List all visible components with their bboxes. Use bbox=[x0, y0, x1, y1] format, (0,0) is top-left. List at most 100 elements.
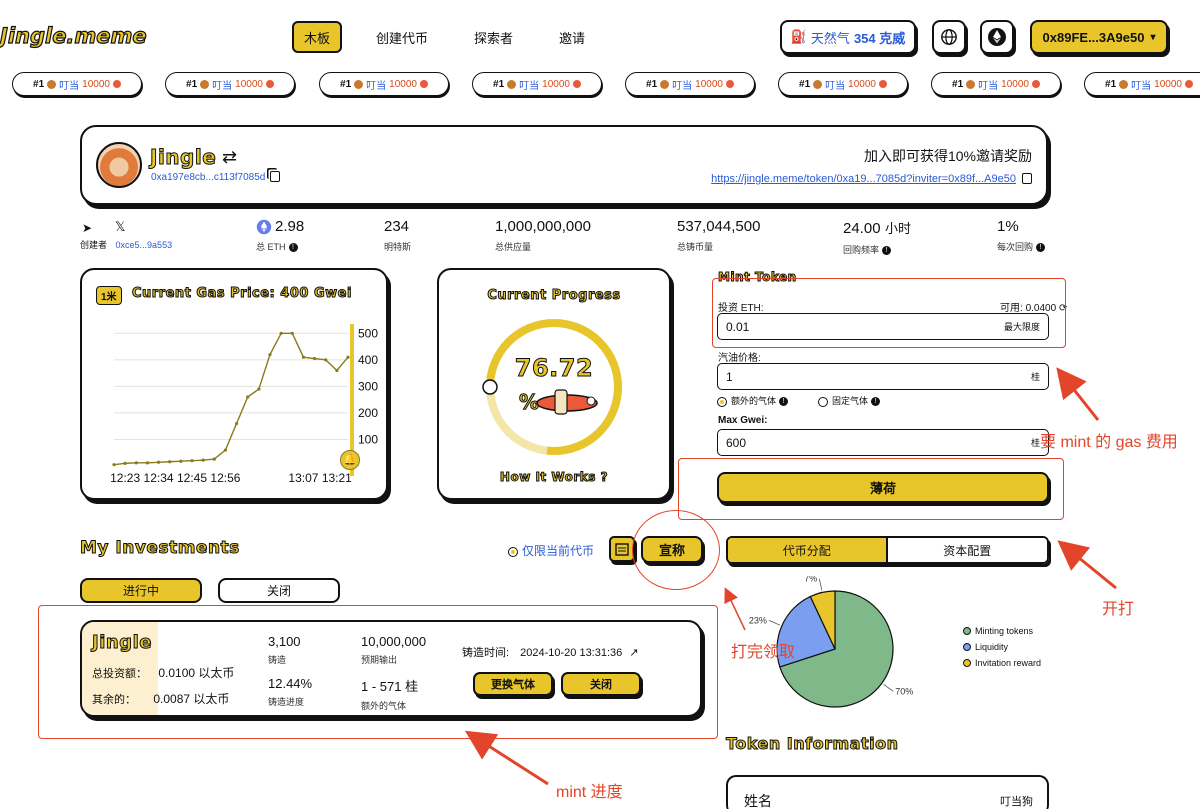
ticker-chip[interactable]: #1 叮当 10000 bbox=[1084, 72, 1200, 96]
swap-icon[interactable]: ⇄ bbox=[222, 147, 237, 168]
max-gwei-input[interactable]: 600 桂 bbox=[717, 429, 1049, 456]
globe-icon bbox=[941, 29, 957, 45]
gas-data-point bbox=[134, 461, 138, 465]
gas-indicator[interactable]: ⛽ 天然气 354 克威 bbox=[780, 20, 916, 54]
max-gwei-label: Max Gwei: bbox=[718, 415, 768, 426]
gas-chart-card: 1米 Current Gas Price: 400 Gwei 100 200 300… bbox=[80, 268, 388, 500]
telegram-icon[interactable]: ➤ bbox=[82, 221, 92, 235]
annotation-box-mint-button bbox=[678, 458, 1064, 520]
token-info-name-value: 叮当狗 bbox=[1000, 796, 1033, 808]
ticker-chip[interactable]: #1 叮当 10000 bbox=[778, 72, 908, 96]
gas-pump-icon: ⛽ bbox=[790, 29, 807, 44]
ticker-token-name: 叮当 bbox=[978, 80, 999, 92]
tab-in-progress[interactable]: 进行中 bbox=[80, 578, 202, 603]
radio-extra-gas[interactable]: 额外的气体! bbox=[717, 394, 789, 407]
legend-item: Liquidity bbox=[963, 642, 1041, 652]
gas-price-label: 汽油价格: bbox=[718, 353, 761, 364]
invite-link[interactable]: https://jingle.meme/token/0xa19...7085d?… bbox=[711, 173, 1016, 185]
nav-invite[interactable]: 邀请 bbox=[559, 28, 585, 47]
token-avatar-icon bbox=[660, 79, 670, 89]
copy-icon[interactable] bbox=[270, 171, 280, 182]
radio-fixed-gas[interactable]: 固定气体! bbox=[818, 394, 881, 407]
gas-data-point bbox=[312, 356, 317, 361]
ticker-amount: 10000 bbox=[1001, 78, 1029, 90]
info-icon[interactable]: ! bbox=[779, 397, 789, 407]
ticker-amount: 10000 bbox=[1154, 78, 1182, 90]
bell-icon[interactable]: 🔔 bbox=[340, 450, 360, 470]
x-twitter-icon[interactable]: 𝕏 bbox=[115, 219, 125, 235]
token-info-title: Token Information bbox=[725, 734, 899, 754]
ethereum-icon bbox=[256, 219, 272, 234]
legend-label: Minting tokens bbox=[975, 626, 1034, 636]
gas-data-point bbox=[346, 355, 350, 359]
ticker-rank: #1 bbox=[493, 78, 505, 90]
max-gwei-value: 600 bbox=[726, 435, 747, 450]
gas-data-point bbox=[290, 331, 294, 335]
wallet-button[interactable]: 0x89FE...3A9e50 ▾ bbox=[1030, 20, 1168, 54]
token-avatar-icon bbox=[200, 79, 210, 89]
gas-data-point bbox=[257, 387, 261, 391]
creator-label: 创建者 bbox=[80, 240, 108, 250]
copy-link-icon[interactable] bbox=[1022, 173, 1032, 184]
radio-selected-icon bbox=[508, 546, 518, 557]
ticker-rank: #1 bbox=[799, 78, 811, 90]
tab-token-distribution[interactable]: 代币分配 bbox=[728, 538, 888, 562]
stat-mints: 234 明特斯 bbox=[384, 218, 411, 253]
gas-data-point bbox=[145, 461, 150, 465]
ticker-chip[interactable]: #1 叮当 10000 bbox=[319, 72, 449, 96]
minted-label: 总铸币量 bbox=[677, 242, 714, 252]
ticker-chip[interactable]: #1 叮当 10000 bbox=[165, 72, 295, 96]
invite-reward-text: 加入即可获得10%邀请奖励 bbox=[863, 148, 1032, 164]
network-button[interactable] bbox=[980, 20, 1014, 54]
nav-board[interactable]: 木板 bbox=[292, 21, 342, 53]
tab-capital-allocation[interactable]: 资本配置 bbox=[887, 538, 1047, 562]
creator-address[interactable]: 0xce5...9a553 bbox=[116, 240, 173, 250]
legend-label: Invitation reward bbox=[975, 658, 1042, 668]
y-tick-label: 100 bbox=[358, 432, 378, 446]
ticker-chip[interactable]: #1 叮当 10000 bbox=[931, 72, 1061, 96]
info-icon[interactable]: ! bbox=[871, 397, 881, 407]
pie-label-leader bbox=[818, 578, 823, 591]
ticker-chip[interactable]: #1 叮当 10000 bbox=[12, 72, 142, 96]
token-avatar-icon bbox=[354, 79, 364, 89]
token-info-card: 姓名 叮当狗 bbox=[726, 775, 1049, 809]
info-icon[interactable]: ! bbox=[1036, 243, 1046, 253]
radio-unselected-icon bbox=[818, 396, 828, 407]
ticker-amount: 10000 bbox=[235, 78, 263, 90]
nav-create-token[interactable]: 创建代币 bbox=[376, 28, 428, 47]
gas-data-point bbox=[301, 355, 306, 359]
fire-icon bbox=[1184, 80, 1193, 88]
ticker-chip[interactable]: #1 叮当 10000 bbox=[472, 72, 602, 96]
arrow-start bbox=[1057, 540, 1117, 590]
y-tick-label: 200 bbox=[358, 406, 378, 420]
ticker-amount: 10000 bbox=[82, 78, 110, 90]
ticker-chip[interactable]: #1 叮当 10000 bbox=[625, 72, 755, 96]
ticker-rank: #1 bbox=[33, 78, 45, 90]
chevron-down-icon: ▾ bbox=[1150, 31, 1156, 43]
stat-supply: 1,000,000,000 总供应量 bbox=[495, 218, 591, 253]
info-icon[interactable]: ! bbox=[288, 243, 298, 253]
gas-data-point bbox=[234, 421, 239, 426]
info-icon[interactable]: ! bbox=[882, 246, 892, 256]
stat-total-eth: 2.98 总 ETH! bbox=[256, 218, 304, 253]
filter-label: 仅限当前代币 bbox=[522, 544, 595, 558]
gas-data-point bbox=[179, 459, 183, 463]
annotation-claim: 打完领取 bbox=[731, 644, 796, 661]
legend-swatch bbox=[963, 659, 971, 667]
how-it-works-link[interactable]: How It Works ? bbox=[439, 470, 669, 485]
main-nav: 木板 创建代币 探索者 邀请 bbox=[292, 21, 585, 53]
tab-closed[interactable]: 关闭 bbox=[218, 578, 340, 603]
language-button[interactable] bbox=[932, 20, 966, 54]
ticker-amount: 10000 bbox=[848, 78, 876, 90]
buyback-label: 每次回购 bbox=[997, 242, 1034, 252]
current-token-filter[interactable]: 仅限当前代币 bbox=[508, 542, 594, 559]
gas-price-input[interactable]: 1 桂 bbox=[717, 363, 1049, 390]
minted-value: 537,044,500 bbox=[677, 218, 761, 235]
x-tick-label: 12:45 bbox=[177, 471, 207, 485]
ticker-token-name: 叮当 bbox=[212, 80, 233, 92]
nav-explorer[interactable]: 探索者 bbox=[474, 28, 513, 47]
logo[interactable]: Jingle.meme bbox=[0, 23, 147, 48]
gas-data-point bbox=[335, 368, 339, 373]
ticker-token-name: 叮当 bbox=[366, 80, 387, 92]
ticker-token-name: 叮当 bbox=[1131, 80, 1152, 92]
